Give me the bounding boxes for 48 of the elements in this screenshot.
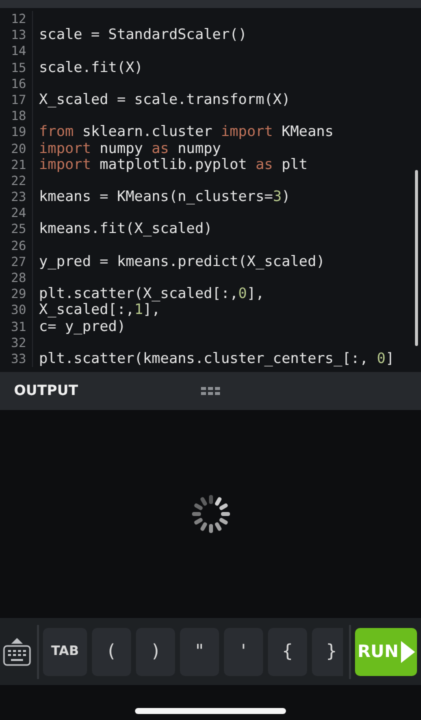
line-number: 30 bbox=[0, 302, 33, 319]
key-button[interactable]: ) bbox=[136, 628, 175, 676]
code-line: c= y_pred) bbox=[38, 318, 126, 335]
line-number: 20 bbox=[0, 140, 33, 157]
line-number: 22 bbox=[0, 172, 33, 190]
code-line: import numpy as numpy bbox=[38, 140, 221, 157]
loading-spinner-icon bbox=[190, 494, 230, 534]
code-line: X_scaled = scale.transform(X) bbox=[38, 92, 290, 108]
code-line: from sklearn.cluster import KMeans bbox=[38, 124, 334, 140]
line-number: 23 bbox=[0, 189, 33, 206]
line-number: 33 bbox=[0, 350, 33, 368]
line-number: 15 bbox=[0, 60, 33, 76]
line-number: 18 bbox=[0, 108, 33, 124]
line-number: 14 bbox=[0, 43, 33, 60]
line-number: 29 bbox=[0, 286, 33, 302]
line-number: 19 bbox=[0, 124, 33, 140]
key-button[interactable]: " bbox=[180, 628, 219, 676]
code-line: X_scaled[:,1], bbox=[38, 302, 160, 319]
output-title: OUTPUT bbox=[14, 383, 78, 399]
code-line: plt.scatter(kmeans.cluster_centers_[:, 0] bbox=[38, 350, 394, 368]
line-number: 25 bbox=[0, 221, 33, 238]
keyboard-icon[interactable] bbox=[3, 636, 31, 666]
line-number: 12 bbox=[0, 11, 33, 28]
scrollbar[interactable] bbox=[415, 170, 418, 346]
code-line: import matplotlib.pyplot as plt bbox=[38, 156, 308, 173]
line-number: 31 bbox=[0, 318, 33, 335]
line-number: 17 bbox=[0, 92, 33, 108]
code-line: scale.fit(X) bbox=[38, 60, 143, 76]
line-number: 21 bbox=[0, 156, 33, 173]
code-line: y_pred = kmeans.predict(X_scaled) bbox=[38, 254, 325, 270]
key-button[interactable]: } bbox=[312, 628, 343, 676]
key-button[interactable]: { bbox=[268, 628, 307, 676]
code-line: scale = StandardScaler() bbox=[38, 27, 247, 44]
line-number: 16 bbox=[0, 76, 33, 92]
line-number: 13 bbox=[0, 27, 33, 44]
code-line: kmeans = KMeans(n_clusters=3) bbox=[38, 189, 290, 206]
line-number: 27 bbox=[0, 254, 33, 270]
key-button[interactable]: ( bbox=[92, 628, 131, 676]
drag-handle-icon[interactable] bbox=[201, 387, 220, 395]
line-number: 32 bbox=[0, 334, 33, 351]
line-number: 28 bbox=[0, 270, 33, 286]
key-button[interactable]: TAB bbox=[43, 628, 87, 676]
line-number: 26 bbox=[0, 238, 33, 254]
code-line: kmeans.fit(X_scaled) bbox=[38, 221, 212, 238]
play-icon bbox=[400, 640, 415, 662]
key-button[interactable]: ' bbox=[224, 628, 263, 676]
code-line: plt.scatter(X_scaled[:,0], bbox=[38, 286, 264, 302]
line-number: 24 bbox=[0, 205, 33, 222]
